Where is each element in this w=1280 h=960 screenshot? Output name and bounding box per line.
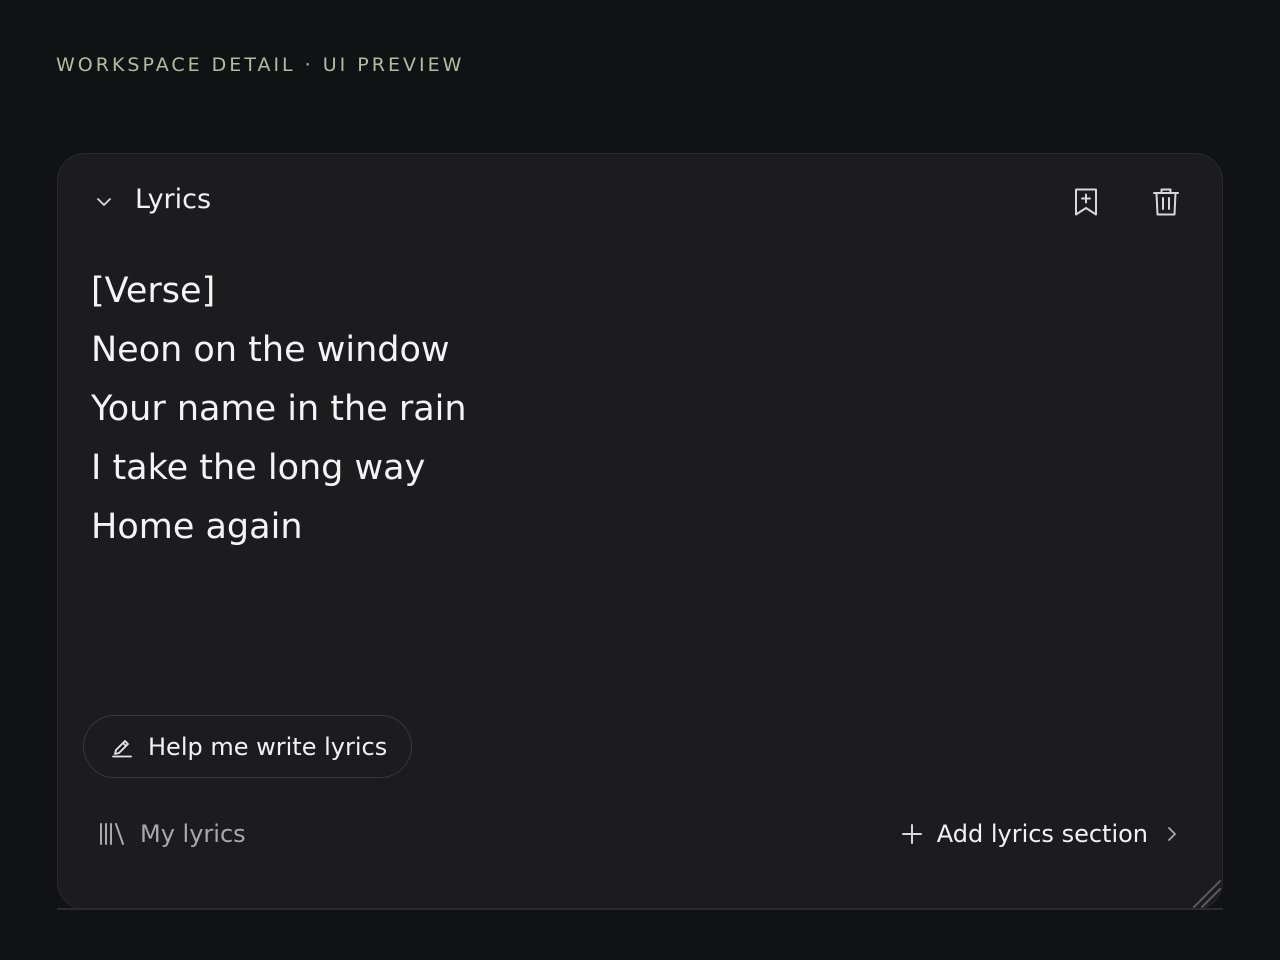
my-lyrics-button[interactable]: My lyrics [98, 820, 246, 848]
lyrics-card: Lyrics [Verse] Neon on the window Your n… [57, 153, 1223, 910]
trash-icon [1153, 188, 1179, 216]
chevron-down-icon [97, 198, 111, 206]
lyric-line: Neon on the window [91, 330, 450, 370]
lyrics-editor[interactable]: [Verse] Neon on the window Your name in … [91, 262, 1191, 557]
plus-icon [901, 824, 922, 844]
resize-handle[interactable] [1188, 875, 1222, 909]
resize-grip-icon [1193, 880, 1221, 908]
lyric-line: [Verse] [91, 271, 216, 311]
lyric-line: I take the long way [91, 448, 426, 488]
add-lyrics-section-label: Add lyrics section [936, 820, 1148, 848]
my-lyrics-label: My lyrics [140, 820, 246, 848]
help-button-label: Help me write lyrics [148, 732, 388, 761]
lyric-line: Your name in the rain [91, 389, 467, 429]
save-bookmark-button[interactable] [1066, 182, 1106, 222]
library-icon [100, 823, 124, 845]
pen-sparkle-icon [112, 739, 132, 757]
collapse-button[interactable] [88, 186, 120, 218]
lyric-line: Home again [91, 507, 303, 547]
add-lyrics-section-button[interactable]: Add lyrics section [901, 820, 1182, 848]
bookmark-plus-icon [1075, 188, 1097, 216]
card-divider [57, 908, 1223, 910]
card-header: Lyrics [58, 154, 1222, 250]
card-title: Lyrics [135, 184, 212, 215]
help-write-lyrics-button[interactable]: Help me write lyrics [83, 715, 413, 778]
chevron-right-icon [1168, 827, 1176, 841]
delete-button[interactable] [1146, 182, 1186, 222]
page-eyebrow: WORKSPACE DETAIL · UI PREVIEW [56, 54, 465, 76]
